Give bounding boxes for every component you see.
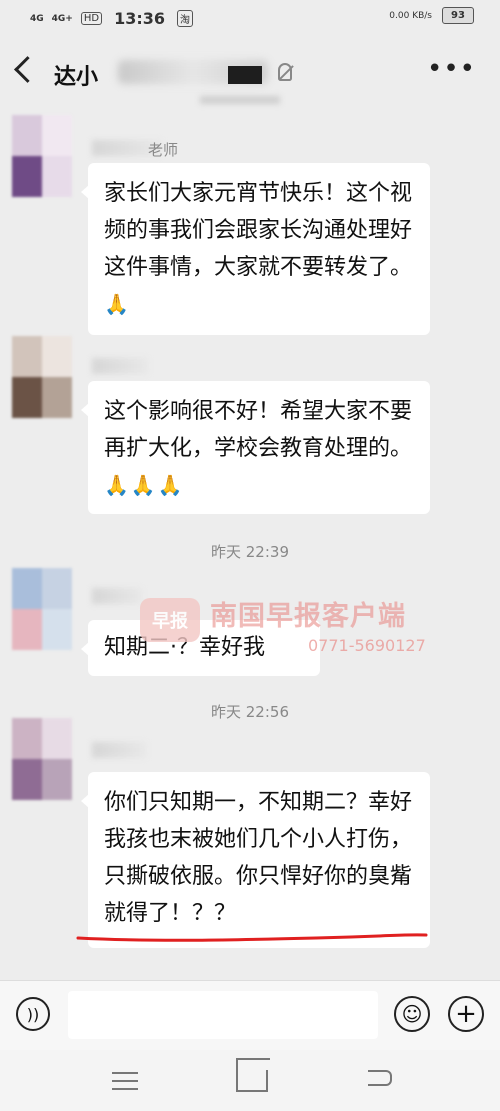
emoji-icon[interactable]: ☺ [394, 996, 430, 1032]
sender-mosaic [92, 358, 148, 374]
blurred-text [200, 96, 280, 104]
message-text: 知期二·？幸好我 [104, 635, 265, 660]
mute-icon [278, 63, 292, 81]
message-bubble[interactable]: 这个影响很不好！希望大家不要再扩大化，学校会教育处理的。 🙏🙏🙏 [81, 381, 430, 514]
sender-mosaic [92, 742, 146, 758]
timestamp: 昨天 22:56 [211, 703, 289, 721]
watermark-phone: 0771-5690127 [308, 636, 426, 655]
message-bubble[interactable]: 家长们大家元宵节快乐！这个视频的事我们会跟家长沟通处理好这件事情，大家就不要转发… [81, 163, 430, 335]
avatar[interactable] [12, 718, 72, 800]
menu-icon[interactable] [112, 1072, 138, 1096]
timestamp: 昨天 22:39 [211, 543, 289, 561]
taobao-icon: 淘 [177, 10, 194, 27]
status-bar: 4G 4G+ HD 13:36 淘 0.00 KB/s 93 [0, 0, 500, 36]
chat-title: 达小 [54, 65, 99, 90]
battery-icon: 93 [442, 7, 474, 24]
clock: 13:36 [114, 9, 166, 28]
message-text: 家长们大家元宵节快乐！这个视频的事我们会跟家长沟通处理好这件事情，大家就不要转发… [104, 181, 413, 280]
plus-icon[interactable]: + [448, 996, 484, 1032]
input-bar: )) ☺ + [0, 980, 500, 1051]
message-bubble[interactable]: 你们只知期一，不知期二？幸好我孩也末被她们几个小人打伤，只撕破依服。你只悍好你的… [81, 772, 430, 948]
pray-emoji: 🙏 [104, 292, 131, 316]
message-input[interactable] [68, 991, 378, 1039]
back-nav-icon[interactable] [368, 1070, 392, 1086]
chat-header: 达小 ••• [0, 44, 500, 100]
avatar[interactable] [12, 568, 72, 650]
message-bubble[interactable]: 知期二·？幸好我 [81, 620, 320, 676]
hd-icon: HD [80, 12, 103, 25]
title-redaction [228, 66, 262, 84]
avatar[interactable] [12, 336, 72, 418]
sender-mosaic [92, 588, 142, 604]
message-text: 你们只知期一，不知期二？幸好我孩也末被她们几个小人打伤，只撕破依服。你只悍好你的… [104, 790, 413, 926]
sender-name: 老师 [148, 141, 179, 159]
red-underline [76, 933, 428, 942]
back-icon[interactable] [14, 56, 41, 83]
home-icon[interactable] [236, 1070, 268, 1092]
avatar[interactable] [12, 115, 72, 197]
voice-icon[interactable]: )) [16, 997, 50, 1031]
system-navigation [0, 1050, 500, 1111]
network-speed: 0.00 KB/s [389, 10, 432, 21]
message-text: 这个影响很不好！希望大家不要再扩大化，学校会教育处理的。 [104, 399, 413, 461]
signal-icon: 4G [30, 13, 44, 24]
pray-emoji: 🙏🙏🙏 [104, 473, 185, 497]
signal-icon-2: 4G+ [51, 13, 73, 24]
more-icon[interactable]: ••• [427, 54, 476, 84]
